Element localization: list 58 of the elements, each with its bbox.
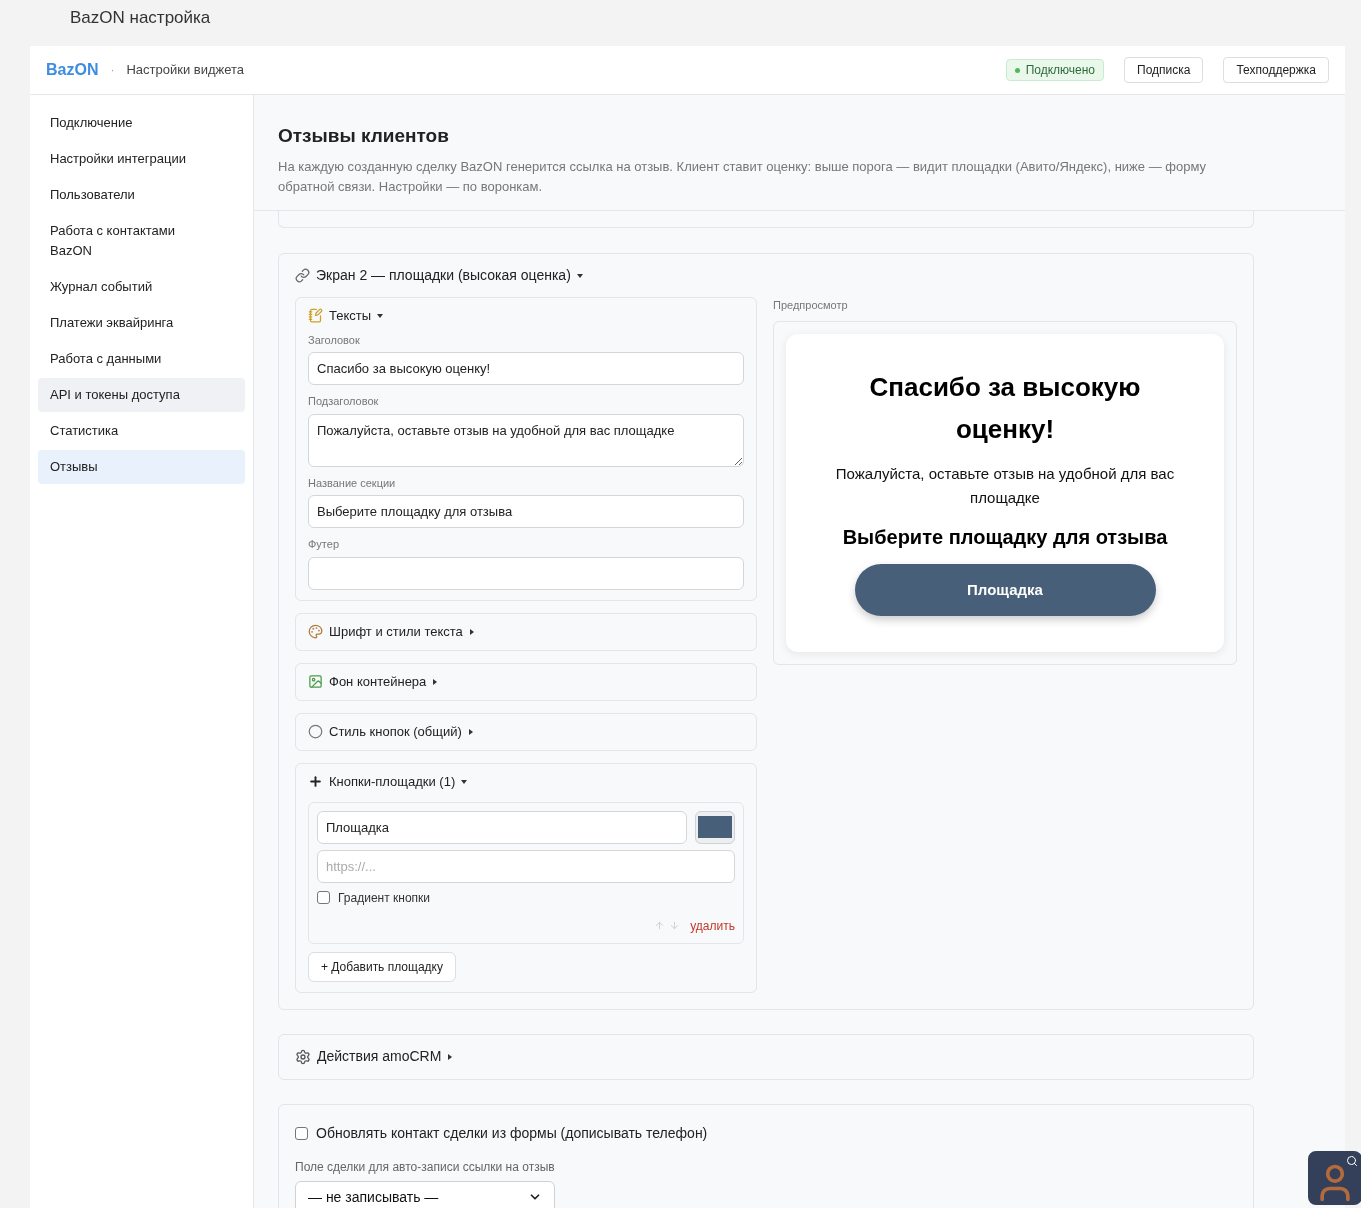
subtitle-field[interactable]: Пожалуйста, оставьте отзыв на удобной для вас площадке <box>308 413 744 467</box>
palette-icon <box>308 624 323 639</box>
panel-toggle[interactable]: Кнопки-площадки (1) <box>308 773 744 790</box>
section-heading: Отзывы клиентов <box>278 124 450 148</box>
ring-icon <box>308 724 323 739</box>
delete-link[interactable]: удалить <box>690 916 735 935</box>
url-field[interactable]: https://... <box>317 849 735 883</box>
panel-toggle[interactable]: Тексты <box>308 307 744 324</box>
plus-icon <box>308 774 323 789</box>
checkbox-label: Обновлять контакт сделки из формы (дописывать телефон) <box>316 1123 708 1143</box>
field-label: Название секции <box>308 475 397 491</box>
brand-logo: BazON <box>46 60 99 80</box>
panel-toggle[interactable]: Шрифт и стили текста <box>308 623 744 640</box>
checkbox[interactable] <box>317 891 330 904</box>
color-picker[interactable] <box>695 810 735 844</box>
deal-field-select[interactable]: — не записывать — <box>295 1180 555 1208</box>
caret-icon <box>377 312 384 319</box>
caret-icon <box>447 1053 454 1060</box>
add-platform-button[interactable]: + Добавить площадку <box>308 951 456 982</box>
page-title: Настройки виджета <box>126 61 245 80</box>
header-button[interactable]: Подписка <box>1124 57 1204 83</box>
status-badge: Подключено <box>1005 59 1104 81</box>
caret-icon <box>432 678 439 685</box>
text-field[interactable]: Спасибо за высокую оценку! <box>308 352 744 385</box>
window-title: BazON настройка <box>70 7 211 29</box>
sidebar-item[interactable]: API и токены доступа <box>38 378 245 412</box>
field-label: Заголовок <box>308 332 361 348</box>
field-label: Футер <box>308 537 340 552</box>
picture-icon <box>308 674 323 689</box>
preview-subtitle: Пожалуйста, оставьте отзыв на удобной для вас площадке <box>834 464 1176 508</box>
checkbox-label: Градиент кнопки <box>338 889 430 907</box>
platform-button[interactable]: Площадка <box>854 564 1156 616</box>
caret-icon <box>461 778 468 785</box>
section-description: На каждую созданную сделку BazON генерится ссылка на отзыв. Клиент ставит оценку: выше порога — видит площадки (Авито/Яндекс), ниже — форму обратной связи. Настройки — по воронкам. <box>278 157 1207 196</box>
platform-name-field[interactable]: Площадка <box>317 810 687 844</box>
panel-toggle[interactable]: Фон контейнера <box>308 673 744 690</box>
link-icon <box>295 268 310 283</box>
caret-icon <box>468 628 475 635</box>
preview-section-title: Выберите площадку для отзыва <box>842 525 1168 550</box>
assistant-avatar[interactable] <box>1308 1151 1361 1205</box>
field-label: Поле сделки для авто-записи ссылки на отзыв <box>295 1158 556 1176</box>
search-icon <box>1346 1155 1358 1167</box>
notepad-pencil-icon <box>308 308 323 323</box>
screen-toggle[interactable]: Экран 2 — площадки (высокая оценка) <box>295 265 1237 286</box>
sidebar-item[interactable]: Отзывы <box>38 450 245 484</box>
text-field[interactable] <box>308 556 744 590</box>
preview-title: Спасибо за высокую оценку! <box>868 371 1142 446</box>
header-button[interactable]: Техподдержка <box>1223 57 1329 83</box>
preview-label: Предпросмотр <box>773 297 849 313</box>
text-field[interactable]: Выберите площадку для отзыва <box>308 495 744 528</box>
separator-dot: · <box>110 62 115 79</box>
panel-toggle[interactable]: Стиль кнопок (общий) <box>308 723 744 740</box>
gear-icon <box>295 1048 311 1065</box>
caret-icon <box>576 272 583 279</box>
amocrm-panel[interactable]: Действия amoCRM <box>278 1033 1254 1080</box>
checkbox[interactable] <box>295 1126 308 1140</box>
caret-icon <box>467 728 474 735</box>
field-label: Подзаголовок <box>308 394 380 409</box>
